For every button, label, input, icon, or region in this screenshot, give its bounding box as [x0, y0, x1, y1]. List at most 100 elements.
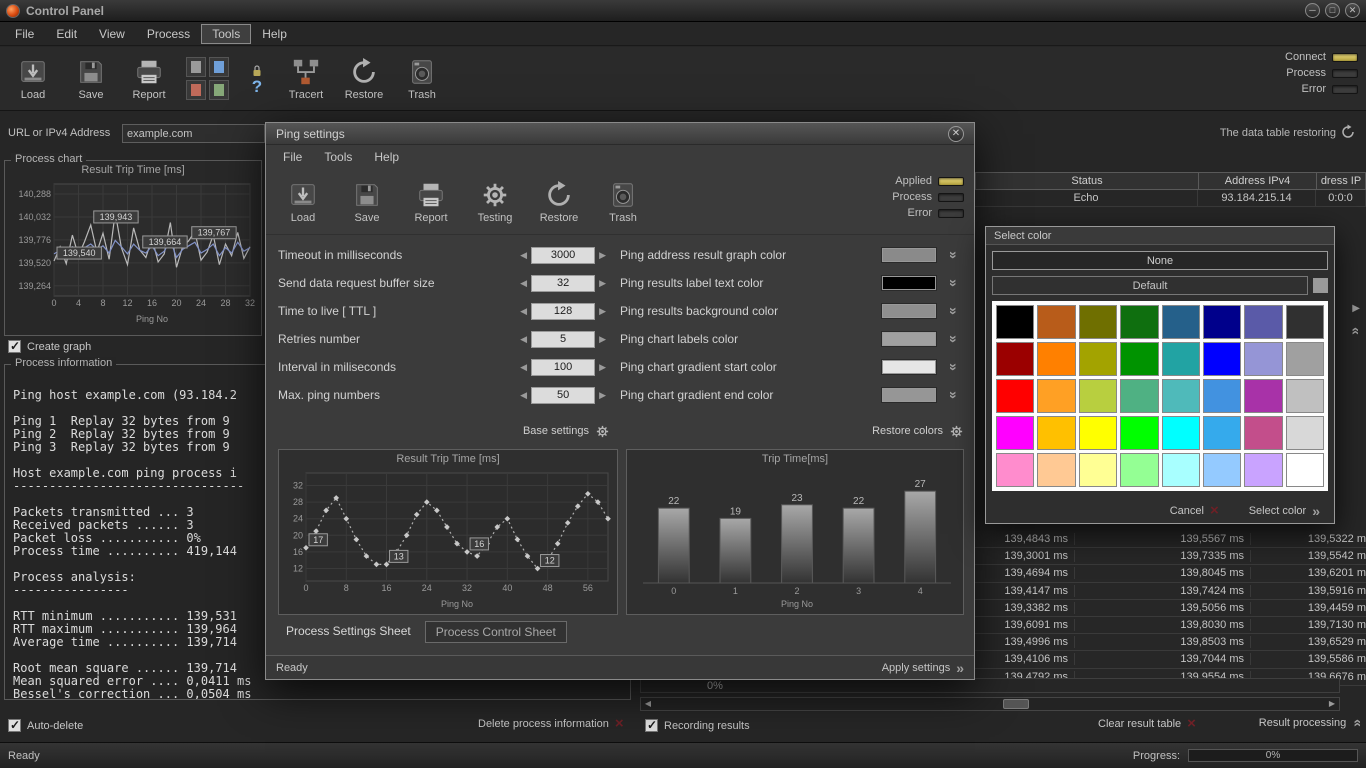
testing-button[interactable]: Testing — [470, 173, 520, 231]
palette-swatch[interactable] — [1120, 342, 1159, 376]
table-row[interactable]: 139,4996 ms 139,8503 ms 139,6529 m — [975, 634, 1366, 652]
ttl-field[interactable]: 128 — [531, 302, 596, 320]
table-row[interactable]: 139,3001 ms 139,7335 ms 139,5542 m — [975, 548, 1366, 566]
menu-item[interactable]: Edit — [45, 24, 88, 44]
palette-swatch[interactable] — [1037, 453, 1076, 487]
delete-process-information-button[interactable]: Delete process information × — [478, 716, 624, 731]
table-row[interactable]: 139,6091 ms 139,8030 ms 139,7130 m — [975, 616, 1366, 635]
menu-item[interactable]: Process — [136, 24, 201, 44]
palette-swatch[interactable] — [1285, 416, 1324, 450]
palette-swatch[interactable] — [1244, 342, 1283, 376]
column-header-ipv6[interactable]: dress IP — [1317, 173, 1365, 189]
interval-field[interactable]: 100 — [531, 358, 596, 376]
help-button[interactable]: ? — [241, 51, 273, 107]
max-pings-field[interactable]: 50 — [531, 386, 596, 404]
palette-swatch[interactable] — [1078, 453, 1118, 487]
load-button[interactable]: Load — [8, 50, 58, 108]
color-swatch[interactable] — [881, 247, 937, 263]
table-row[interactable]: Echo 93.184.215.14 0:0:0 — [975, 190, 1366, 207]
close-icon[interactable]: ✕ — [948, 125, 964, 142]
palette-swatch[interactable] — [1161, 379, 1200, 413]
color-picker-button[interactable]: » — [944, 359, 964, 375]
buffer-size-field[interactable]: 32 — [531, 274, 596, 292]
color-picker-button[interactable]: » — [944, 247, 964, 263]
maximize-icon[interactable]: □ — [1325, 3, 1340, 18]
palette-swatch[interactable] — [1037, 416, 1076, 450]
palette-swatch[interactable] — [996, 453, 1035, 487]
right-arrow-icon[interactable]: ▶ — [595, 362, 610, 373]
table-row[interactable]: 139,4106 ms 139,7044 ms 139,5586 m — [975, 651, 1366, 669]
palette-swatch[interactable] — [1244, 305, 1283, 339]
palette-swatch[interactable] — [1120, 453, 1159, 487]
palette-swatch[interactable] — [1161, 453, 1200, 487]
palette-swatch[interactable] — [1120, 416, 1159, 450]
palette-swatch[interactable] — [1037, 305, 1076, 339]
clear-result-table-button[interactable]: Clear result table × — [1098, 716, 1196, 731]
trash-button[interactable]: Trash — [598, 173, 648, 231]
collapse-up-icon[interactable]: » — [1346, 327, 1362, 335]
palette-swatch[interactable] — [1037, 379, 1076, 413]
palette-swatch[interactable] — [1285, 342, 1324, 376]
color-picker-button[interactable]: » — [944, 275, 964, 291]
color-swatch[interactable] — [881, 303, 937, 319]
palette-swatch[interactable] — [996, 342, 1035, 376]
color-swatch[interactable] — [881, 275, 937, 291]
timeout-field[interactable]: 3000 — [531, 246, 596, 264]
menu-item[interactable]: Tools — [201, 24, 252, 44]
palette-swatch[interactable] — [1202, 305, 1242, 339]
apply-settings-button[interactable]: Apply settings » — [882, 661, 964, 675]
column-header-ipv4[interactable]: Address IPv4 — [1199, 173, 1317, 189]
palette-swatch[interactable] — [1120, 305, 1159, 339]
palette-swatch[interactable] — [1244, 453, 1283, 487]
select-color-button[interactable]: Select color » — [1249, 504, 1320, 518]
right-arrow-icon[interactable]: ▶ — [595, 334, 610, 345]
palette-swatch[interactable] — [1202, 379, 1242, 413]
restore-colors-button[interactable]: Restore colors — [620, 421, 964, 441]
small-tool-button-3[interactable] — [186, 80, 206, 100]
right-arrow-icon[interactable]: ▶ — [595, 306, 610, 317]
palette-swatch[interactable] — [996, 305, 1035, 339]
color-swatch[interactable] — [881, 359, 937, 375]
palette-swatch[interactable] — [1244, 379, 1283, 413]
save-button[interactable]: Save — [342, 173, 392, 231]
menu-item[interactable]: File — [272, 147, 313, 167]
small-tool-button-2[interactable] — [209, 57, 229, 77]
restore-button[interactable]: Restore — [339, 50, 389, 108]
default-color-button[interactable]: Default — [992, 276, 1308, 295]
menu-item[interactable]: View — [88, 24, 136, 44]
small-tool-button-1[interactable] — [186, 57, 206, 77]
none-color-button[interactable]: None — [992, 251, 1328, 270]
palette-swatch[interactable] — [1202, 416, 1242, 450]
palette-swatch[interactable] — [1161, 342, 1200, 376]
palette-swatch[interactable] — [1037, 342, 1076, 376]
right-arrow-icon[interactable]: ▶ — [595, 390, 610, 401]
left-arrow-icon[interactable]: ◀ — [516, 278, 531, 289]
small-tool-button-4[interactable] — [209, 80, 229, 100]
menu-item[interactable]: Help — [251, 24, 298, 44]
table-row[interactable]: 139,4843 ms 139,5567 ms 139,5322 m — [975, 531, 1366, 549]
table-row[interactable]: 139,3382 ms 139,5056 ms 139,4459 m — [975, 599, 1366, 617]
palette-swatch[interactable] — [1120, 379, 1159, 413]
data-table-restore-button[interactable] — [1340, 124, 1358, 142]
color-picker-button[interactable]: » — [944, 303, 964, 319]
palette-swatch[interactable] — [1285, 453, 1324, 487]
left-arrow-icon[interactable]: ◀ — [516, 390, 531, 401]
palette-swatch[interactable] — [1078, 342, 1118, 376]
left-arrow-icon[interactable]: ◀ — [516, 306, 531, 317]
retries-field[interactable]: 5 — [531, 330, 596, 348]
tracert-button[interactable]: Tracert — [281, 50, 331, 108]
left-arrow-icon[interactable]: ◀ — [516, 250, 531, 261]
scroll-left-icon[interactable]: ◀ — [641, 698, 655, 710]
table-row[interactable]: 139,4147 ms 139,7424 ms 139,5916 m — [975, 582, 1366, 600]
palette-swatch[interactable] — [1285, 379, 1324, 413]
report-button[interactable]: Report — [406, 173, 456, 231]
create-graph-checkbox[interactable]: Create graph — [8, 339, 91, 353]
scroll-thumb[interactable] — [1003, 699, 1030, 709]
palette-swatch[interactable] — [1078, 416, 1118, 450]
palette-swatch[interactable] — [1202, 453, 1242, 487]
left-arrow-icon[interactable]: ◀ — [516, 334, 531, 345]
menu-item[interactable]: Tools — [313, 147, 363, 167]
color-picker-button[interactable]: » — [944, 387, 964, 403]
restore-button[interactable]: Restore — [534, 173, 584, 231]
palette-swatch[interactable] — [996, 379, 1035, 413]
